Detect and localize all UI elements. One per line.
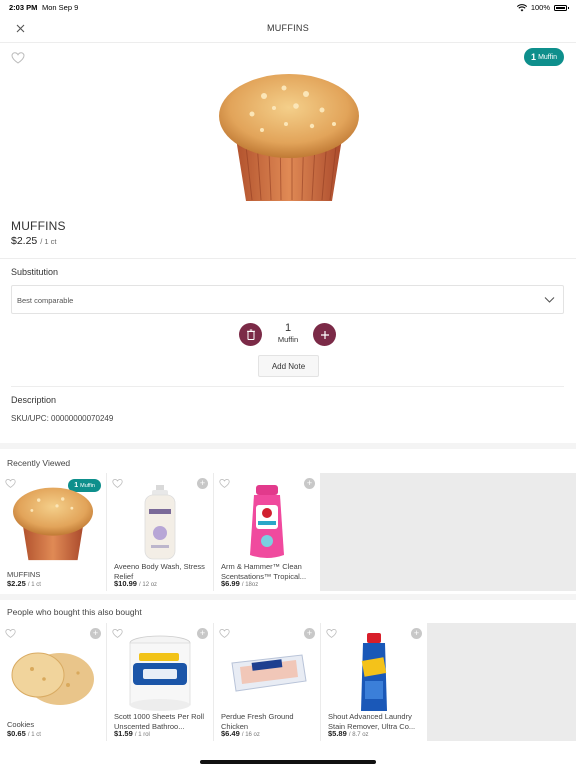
badge-unit: Muffin xyxy=(538,53,557,61)
product-name: MUFFINS xyxy=(11,219,66,233)
recently-viewed-title: Recently Viewed xyxy=(7,458,71,468)
card-price: $6.99 / 18oz xyxy=(221,579,258,588)
substitution-label: Substitution xyxy=(11,267,59,277)
description-label: Description xyxy=(11,395,57,405)
card-price-value: $5.89 xyxy=(328,729,347,738)
recently-viewed-row: 1 Muffin MUFFINS $2.25 / 1 ct + Aveeno B… xyxy=(0,473,576,591)
card-price: $10.99 / 12 oz xyxy=(114,579,157,588)
card-price-unit: / 1 ct xyxy=(27,582,41,588)
substitution-value: Best comparable xyxy=(17,296,74,305)
section-separator xyxy=(0,443,576,449)
price-value: $2.25 xyxy=(11,235,38,247)
product-image-muffin xyxy=(219,74,359,201)
divider xyxy=(11,386,564,387)
card-price-value: $1.59 xyxy=(114,729,133,738)
remove-item-button[interactable] xyxy=(239,323,262,346)
status-bar: 2:03 PM Mon Sep 9 100% xyxy=(0,0,576,14)
card-price-value: $6.49 xyxy=(221,729,240,738)
price-unit: / 1 ct xyxy=(40,237,57,246)
card-price: $2.25 / 1 ct xyxy=(7,579,41,588)
substitution-dropdown[interactable]: Best comparable xyxy=(11,285,564,314)
product-card[interactable]: + Shout Advanced Laundry Stain Remover, … xyxy=(321,623,427,741)
card-price-value: $10.99 xyxy=(114,579,137,588)
card-price-value: $2.25 xyxy=(7,579,26,588)
status-date: Mon Sep 9 xyxy=(42,3,79,12)
product-thumb-muffin xyxy=(13,487,93,561)
card-price: $6.49 / 16 oz xyxy=(221,729,260,738)
card-price: $0.65 / 1 ct xyxy=(7,729,41,738)
card-price-unit: / 18oz xyxy=(241,582,259,588)
quantity-number: 1 xyxy=(284,322,292,334)
card-price-unit: / 1 ct xyxy=(27,732,41,738)
chevron-down-icon xyxy=(544,297,555,303)
product-thumb-body-wash xyxy=(144,485,176,560)
product-thumb-scent-booster xyxy=(250,485,284,558)
product-price: $2.25 / 1 ct xyxy=(11,235,56,247)
card-price-unit: / 1 rol xyxy=(134,732,150,738)
card-price-unit: / 12 oz xyxy=(139,582,158,588)
product-thumb-cookies xyxy=(11,652,94,705)
status-right: 100% xyxy=(516,3,569,12)
quantity-unit: Muffin xyxy=(277,335,299,344)
card-price: $1.59 / 1 rol xyxy=(114,729,150,738)
add-note-button[interactable]: Add Note xyxy=(258,355,319,377)
product-card[interactable]: + Scott 1000 Sheets Per Roll Unscented B… xyxy=(107,623,213,741)
product-card[interactable]: + Perdue Fresh Ground Chicken $6.49 / 16… xyxy=(214,623,320,741)
sku-upc: SKU/UPC: 00000000070249 xyxy=(11,414,114,423)
plus-icon xyxy=(320,330,329,339)
product-thumb-ground-chicken xyxy=(231,654,307,692)
card-price-value: $0.65 xyxy=(7,729,26,738)
product-card[interactable]: 1 Muffin MUFFINS $2.25 / 1 ct xyxy=(0,473,106,591)
battery-percent: 100% xyxy=(530,3,550,12)
trash-icon xyxy=(246,329,255,340)
status-time: 2:03 PM xyxy=(9,3,38,12)
card-price-value: $6.99 xyxy=(221,579,240,588)
modal-header: MUFFINS xyxy=(0,14,576,43)
card-price-unit: / 16 oz xyxy=(241,732,260,738)
card-price-unit: / 8.7 oz xyxy=(348,732,369,738)
product-thumb-toilet-paper xyxy=(129,635,191,711)
also-bought-row: + Cookies $0.65 / 1 ct + Scott 1000 Shee… xyxy=(0,623,576,741)
product-thumb-stain-remover xyxy=(361,633,387,711)
section-separator xyxy=(0,594,576,600)
cart-quantity-badge: 1 Muffin xyxy=(524,48,564,66)
battery-icon xyxy=(554,4,569,11)
product-card[interactable]: + Cookies $0.65 / 1 ct xyxy=(0,623,106,741)
also-bought-title: People who bought this also bought xyxy=(7,607,142,617)
card-price: $5.89 / 8.7 oz xyxy=(328,729,369,738)
divider xyxy=(0,258,576,259)
badge-qty: 1 xyxy=(531,52,537,62)
page-title: MUFFINS xyxy=(266,23,310,33)
product-card[interactable]: + Arm & Hammer™ Clean Scentsations™ Trop… xyxy=(214,473,320,591)
add-quantity-button[interactable] xyxy=(313,323,336,346)
product-card[interactable]: + Aveeno Body Wash, Stress Relief $10.99… xyxy=(107,473,213,591)
quantity-stepper-value: 1 Muffin xyxy=(270,322,306,344)
home-indicator[interactable] xyxy=(200,760,376,764)
wifi-icon xyxy=(516,3,527,11)
favorite-heart-icon[interactable] xyxy=(11,51,25,65)
